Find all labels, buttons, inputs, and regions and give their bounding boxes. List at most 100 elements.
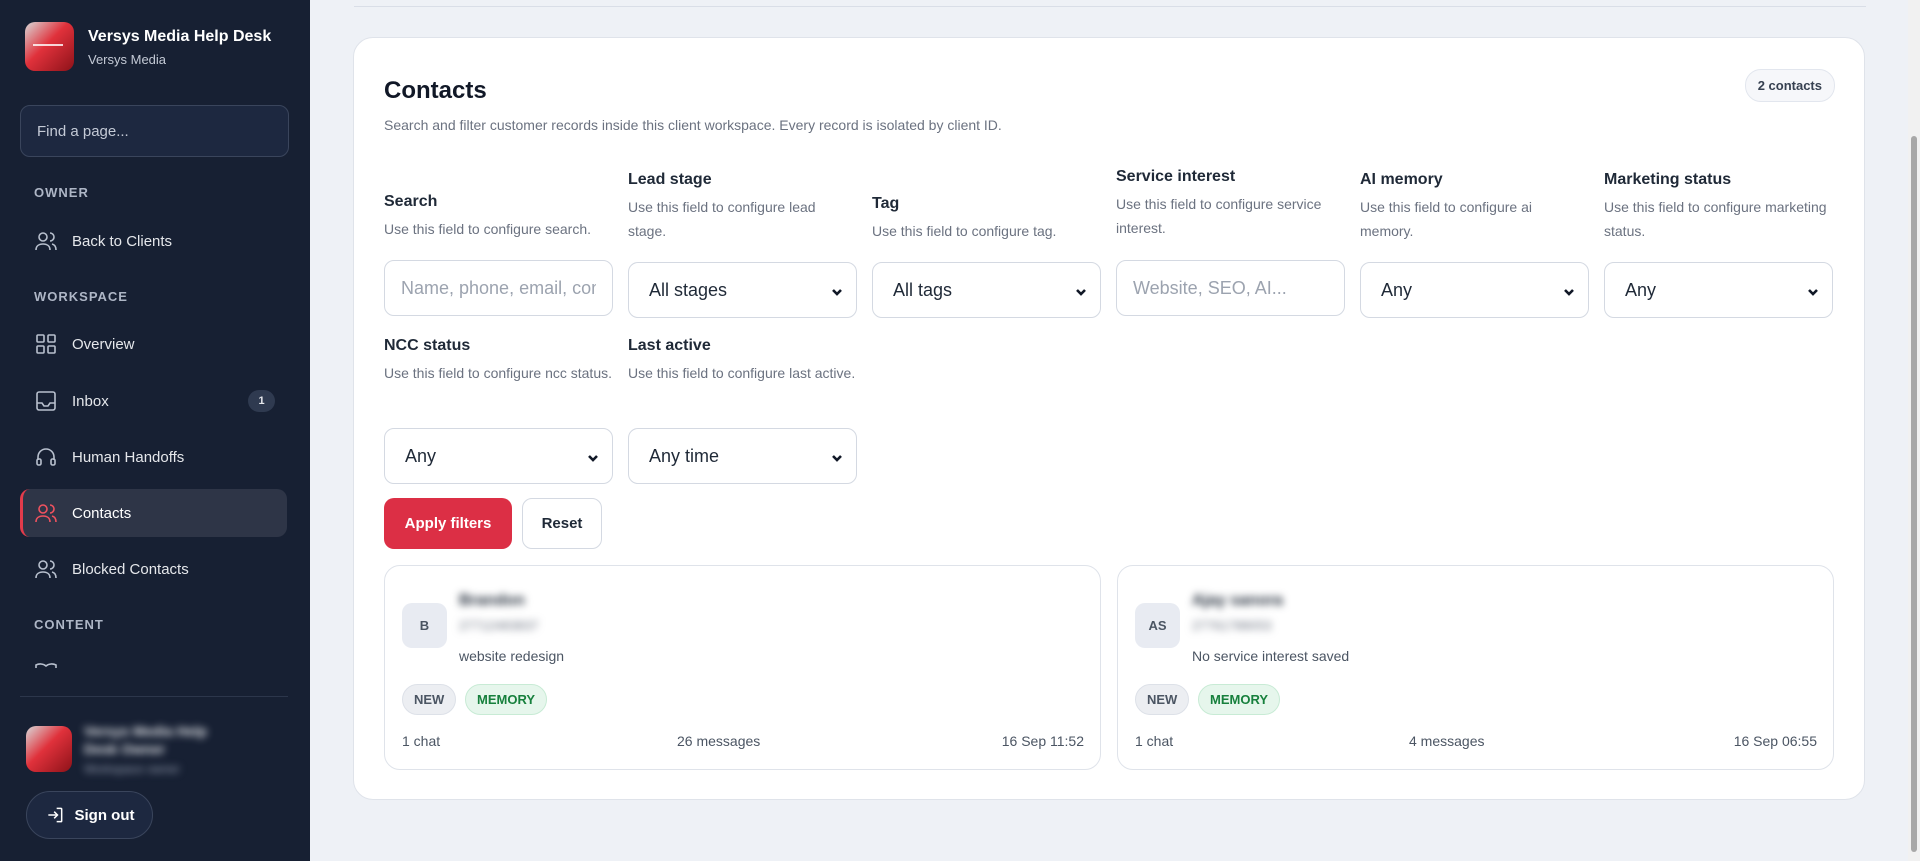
filter-last-active: Last active Use this field to configure … <box>628 337 857 484</box>
sidebar-item-overview[interactable]: Overview <box>20 320 287 368</box>
filter-help: Use this field to configure tag. <box>872 223 1057 239</box>
chevron-down-icon <box>830 283 844 297</box>
status-badge-new: NEW <box>402 684 457 715</box>
contacts-panel: Contacts Search and filter customer reco… <box>353 37 1865 800</box>
filter-label: NCC status <box>384 337 471 354</box>
status-badge-memory: MEMORY <box>465 684 548 715</box>
contact-card[interactable]: AS Ajay sanora 27761788053 No service in… <box>1117 565 1834 770</box>
service-interest-input[interactable] <box>1116 260 1345 316</box>
ncc-status-select[interactable]: Any <box>384 428 613 484</box>
brand[interactable]: Versys Media Help Desk Versys Media <box>25 22 271 71</box>
filter-label: Marketing status <box>1604 171 1732 188</box>
grid-icon <box>36 334 56 354</box>
contact-card[interactable]: B Brandon 27712483837 website redesign N… <box>384 565 1101 770</box>
contact-service-interest: No service interest saved <box>1192 648 1350 664</box>
sidebar-item-label: Contacts <box>72 504 132 522</box>
chevron-down-icon <box>830 449 844 463</box>
page-description: Search and filter customer records insid… <box>384 117 1002 133</box>
filter-help: Use this field to configure ai memory. <box>1360 199 1532 239</box>
filter-help: Use this field to configure search. <box>384 221 591 237</box>
chevron-down-icon <box>1806 283 1820 297</box>
sidebar: Versys Media Help Desk Versys Media OWNE… <box>0 0 310 861</box>
contact-name: Ajay sanora <box>1192 592 1283 609</box>
sidebar-item-back-to-clients[interactable]: Back to Clients <box>20 217 287 265</box>
message-count: 26 messages <box>677 733 761 749</box>
filter-label: Tag <box>872 195 900 212</box>
select-value: All stages <box>649 279 728 300</box>
section-label-content: CONTENT <box>34 617 104 632</box>
scrollbar-thumb[interactable] <box>1911 136 1917 852</box>
message-count: 4 messages <box>1409 733 1485 749</box>
user-role: Workspace owner <box>84 762 180 776</box>
marketing-status-select[interactable]: Any <box>1604 262 1833 318</box>
user-name: Versys Media Help Desk Owner <box>84 723 207 757</box>
sidebar-item-label: Back to Clients <box>72 232 173 250</box>
sidebar-item-inbox[interactable]: Inbox 1 <box>20 377 287 425</box>
section-label-workspace: WORKSPACE <box>34 289 128 304</box>
filter-help: Use this field to configure lead stage. <box>628 199 816 239</box>
sign-out-button[interactable]: Sign out <box>26 791 153 839</box>
avatar: AS <box>1135 603 1180 648</box>
filter-help: Use this field to configure service inte… <box>1116 196 1322 236</box>
avatar <box>26 726 72 772</box>
reset-button[interactable]: Reset <box>522 498 602 549</box>
select-value: Any time <box>649 445 720 466</box>
sidebar-item-contacts[interactable]: Contacts <box>20 489 287 537</box>
lead-stage-select[interactable]: All stages <box>628 262 857 318</box>
last-active-select[interactable]: Any time <box>628 428 857 484</box>
select-value: Any <box>1625 279 1657 300</box>
sidebar-item-label: Human Handoffs <box>72 448 185 466</box>
contact-name: Brandon <box>459 592 525 609</box>
sidebar-item-blocked-contacts[interactable]: Blocked Contacts <box>20 545 287 593</box>
chevron-down-icon <box>1074 283 1088 297</box>
users-icon <box>35 504 57 523</box>
sign-out-icon <box>47 807 62 823</box>
section-label-owner: OWNER <box>34 185 89 200</box>
users-icon <box>35 560 57 579</box>
apply-filters-button[interactable]: Apply filters <box>384 498 512 549</box>
brand-logo <box>25 22 74 71</box>
chat-count: 1 chat <box>402 733 441 749</box>
status-badge-memory: MEMORY <box>1198 684 1281 715</box>
filter-help: Use this field to configure last active. <box>628 365 856 381</box>
select-value: Any <box>405 445 437 466</box>
select-value: All tags <box>893 279 953 300</box>
contact-phone: 27761788053 <box>1192 618 1272 633</box>
ai-memory-select[interactable]: Any <box>1360 262 1589 318</box>
select-value: Any <box>1381 279 1413 300</box>
sidebar-item-label: Overview <box>72 335 135 353</box>
filter-help: Use this field to configure ncc status. <box>384 365 612 381</box>
filter-ai-memory: AI memory Use this field to configure ai… <box>1360 171 1589 318</box>
status-badge-new: NEW <box>1135 684 1190 715</box>
sidebar-item-human-handoffs[interactable]: Human Handoffs <box>20 433 287 481</box>
header-divider <box>354 6 1866 7</box>
page-scrollbar[interactable] <box>1908 0 1920 861</box>
contact-service-interest: website redesign <box>459 648 565 664</box>
chat-count: 1 chat <box>1135 733 1174 749</box>
contact-count-badge: 2 contacts <box>1744 69 1835 102</box>
avatar: B <box>402 603 447 648</box>
filter-label: Last active <box>628 337 711 354</box>
sidebar-divider <box>20 696 288 697</box>
sidebar-item-label: Inbox <box>72 392 109 410</box>
last-activity-time: 16 Sep 06:55 <box>1733 733 1817 749</box>
tag-select[interactable]: All tags <box>872 262 1101 318</box>
filter-service-interest: Service interest Use this field to confi… <box>1116 168 1345 316</box>
inbox-count-badge: 1 <box>248 390 275 412</box>
filter-help: Use this field to configure marketing st… <box>1604 199 1827 239</box>
filter-ncc-status: NCC status Use this field to configure n… <box>384 337 613 484</box>
filter-marketing-status: Marketing status Use this field to confi… <box>1604 171 1833 318</box>
filter-tag: Tag Use this field to configure tag. All… <box>872 195 1101 318</box>
sidebar-item-label: Blocked Contacts <box>72 560 189 578</box>
book-icon <box>34 660 58 668</box>
sign-out-label: Sign out <box>74 806 135 824</box>
brand-title: Versys Media Help Desk <box>88 27 272 45</box>
users-icon <box>35 232 57 251</box>
inbox-icon <box>36 391 56 411</box>
chevron-down-icon <box>1562 283 1576 297</box>
find-page-input[interactable] <box>20 105 289 157</box>
search-input[interactable] <box>384 260 613 316</box>
filter-label: Lead stage <box>628 171 712 188</box>
user-profile[interactable]: Versys Media Help Desk Owner Workspace o… <box>26 722 234 776</box>
filter-label: AI memory <box>1360 171 1443 188</box>
